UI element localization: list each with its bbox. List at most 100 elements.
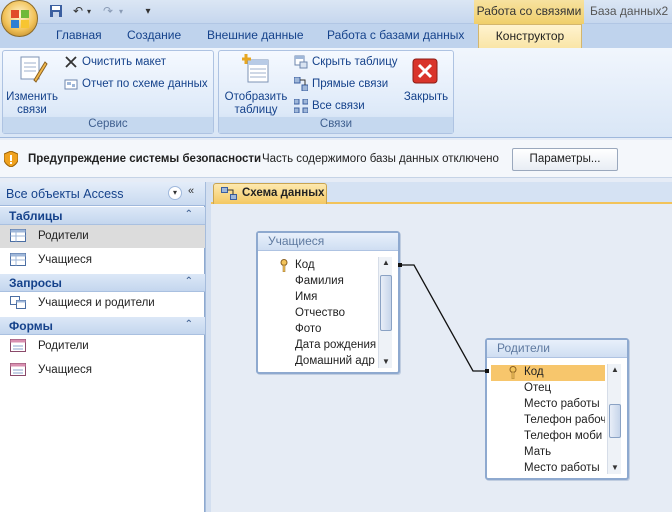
field-label: Имя xyxy=(295,291,318,303)
nav-item-form-students[interactable]: Учащиеся xyxy=(0,359,205,382)
nav-item-form-parents[interactable]: Родители xyxy=(0,335,205,358)
field-row[interactable]: Отец xyxy=(491,381,605,397)
scroll-thumb[interactable] xyxy=(609,404,621,438)
field-label: Телефон моби xyxy=(524,430,603,442)
field-row-key[interactable]: Код xyxy=(262,258,380,274)
scroll-thumb[interactable] xyxy=(380,275,392,331)
field-label: Отец xyxy=(524,382,552,394)
all-links-icon xyxy=(294,99,308,113)
nav-section-tables-title: Таблицы xyxy=(9,209,63,223)
hide-table-button[interactable]: Скрыть таблицу xyxy=(294,53,398,71)
field-label: Код xyxy=(524,366,544,378)
scroll-down-icon[interactable]: ▼ xyxy=(610,464,620,472)
tab-database-tools[interactable]: Работа с базами данных xyxy=(327,28,464,42)
field-row[interactable]: Место работы xyxy=(491,461,605,472)
tab-external-data[interactable]: Внешние данные xyxy=(207,28,304,42)
table-icon xyxy=(10,253,26,266)
show-table-button[interactable]: Отобразить таблицу xyxy=(222,54,290,118)
tab-create[interactable]: Создание xyxy=(127,28,181,42)
scroll-down-icon[interactable]: ▼ xyxy=(381,358,391,366)
field-row[interactable]: Имя xyxy=(262,290,380,306)
nav-dropdown-icon[interactable]: ▾ xyxy=(168,186,182,200)
direct-links-button[interactable]: Прямые связи xyxy=(294,75,388,93)
scroll-up-icon[interactable]: ▲ xyxy=(610,366,620,374)
clear-x-icon xyxy=(65,56,77,68)
scroll-up-icon[interactable]: ▲ xyxy=(381,259,391,267)
direct-links-icon xyxy=(294,77,308,91)
group-servis-label: Сервис xyxy=(3,117,213,133)
hide-table-icon xyxy=(294,55,308,69)
undo-dropdown-icon[interactable]: ▾ xyxy=(84,3,94,19)
field-row-key-selected[interactable]: Код xyxy=(491,365,605,381)
tab-home[interactable]: Главная xyxy=(56,28,102,42)
field-label: Код xyxy=(295,259,315,271)
nav-section-tables[interactable]: Таблицы ⌃ xyxy=(0,207,205,225)
security-warning-message: Часть содержимого базы данных отключено xyxy=(262,153,499,165)
security-warning-title: Предупреждение системы безопасности xyxy=(28,153,262,165)
table-card-parents[interactable]: Родители Код Отец Место работы Телефон р… xyxy=(485,338,629,480)
nav-collapse-icon[interactable]: « xyxy=(188,185,194,197)
save-icon[interactable] xyxy=(48,3,64,19)
field-row[interactable]: Телефон моби xyxy=(491,429,605,445)
tab-relationships-label: Схема данных xyxy=(242,187,325,199)
nav-item-table-parents[interactable]: Родители xyxy=(0,225,205,248)
close-button[interactable]: Закрыть xyxy=(400,54,452,118)
query-icon xyxy=(10,296,26,309)
section-collapse-icon: ⌃ xyxy=(184,276,193,287)
relationship-report-label: Отчет по схеме данных xyxy=(82,78,208,90)
table-card-title[interactable]: Родители xyxy=(487,340,627,358)
nav-item-label: Учащиеся xyxy=(38,254,92,266)
clear-layout-label: Очистить макет xyxy=(82,56,166,68)
field-label: Место работы xyxy=(524,398,600,410)
edit-relations-button[interactable]: Изменить связи xyxy=(4,54,60,118)
nav-item-query-students-parents[interactable]: Учащиеся и родители xyxy=(0,292,205,315)
tab-designer[interactable]: Конструктор xyxy=(478,24,582,48)
field-row[interactable]: Дата рождения xyxy=(262,338,380,354)
field-row[interactable]: Телефон рабоч xyxy=(491,413,605,429)
all-links-label: Все связи xyxy=(312,100,365,112)
field-row[interactable]: Отчество xyxy=(262,306,380,322)
clear-layout-button[interactable]: Очистить макет xyxy=(64,53,166,71)
edit-relations-label-1: Изменить xyxy=(6,91,58,103)
tab-relationships[interactable]: Схема данных xyxy=(213,183,327,204)
field-list: Код Отец Место работы Телефон рабоч Теле… xyxy=(491,364,605,472)
field-label: Фото xyxy=(295,323,322,335)
security-options-button[interactable]: Параметры... xyxy=(512,148,618,171)
field-list: Код Фамилия Имя Отчество Фото Дата рожде… xyxy=(262,257,380,366)
nav-header[interactable]: Все объекты Access ▾ « xyxy=(0,182,205,206)
field-row[interactable]: Место работы xyxy=(491,397,605,413)
field-label: Мать xyxy=(524,446,552,458)
field-row[interactable]: Фамилия xyxy=(262,274,380,290)
table-card-students[interactable]: Учащиеся Код Фамилия Имя Отчество Фото Д… xyxy=(256,231,400,374)
form-icon xyxy=(10,363,26,376)
field-row[interactable]: Фото xyxy=(262,322,380,338)
table-card-title[interactable]: Учащиеся xyxy=(258,233,398,251)
nav-item-label: Родители xyxy=(38,230,89,242)
field-row[interactable]: Мать xyxy=(491,445,605,461)
table-icon xyxy=(10,229,26,242)
nav-section-queries-title: Запросы xyxy=(9,276,62,290)
office-logo-icon xyxy=(11,10,29,28)
context-tab-relations: Работа со связями xyxy=(474,0,584,24)
nav-section-queries[interactable]: Запросы ⌃ xyxy=(0,274,205,292)
field-label: Отчество xyxy=(295,307,345,319)
group-svyazi-label: Связи xyxy=(219,117,453,133)
field-list-scrollbar[interactable]: ▲ ▼ xyxy=(378,257,392,368)
relationships-icon xyxy=(221,187,237,200)
field-row[interactable]: Домашний адр xyxy=(262,354,380,366)
redo-dropdown-icon[interactable]: ▾ xyxy=(116,3,126,19)
customize-qat-icon[interactable]: ▾ xyxy=(142,3,154,19)
redo-icon[interactable]: ↷ xyxy=(100,3,116,19)
office-button[interactable] xyxy=(1,0,38,37)
show-table-label-2: таблицу xyxy=(234,104,278,116)
field-list-scrollbar[interactable]: ▲ ▼ xyxy=(607,364,621,474)
field-label: Место работы xyxy=(524,462,600,472)
nav-item-table-students[interactable]: Учащиеся xyxy=(0,249,205,272)
window-title: База данных2 xyxy=(590,4,669,18)
section-collapse-icon: ⌃ xyxy=(184,209,193,220)
nav-header-label: Все объекты Access xyxy=(6,187,124,201)
all-links-button[interactable]: Все связи xyxy=(294,97,365,115)
nav-section-forms[interactable]: Формы ⌃ xyxy=(0,317,205,335)
primary-key-icon xyxy=(509,366,517,379)
relationship-report-button[interactable]: Отчет по схеме данных xyxy=(64,75,208,93)
